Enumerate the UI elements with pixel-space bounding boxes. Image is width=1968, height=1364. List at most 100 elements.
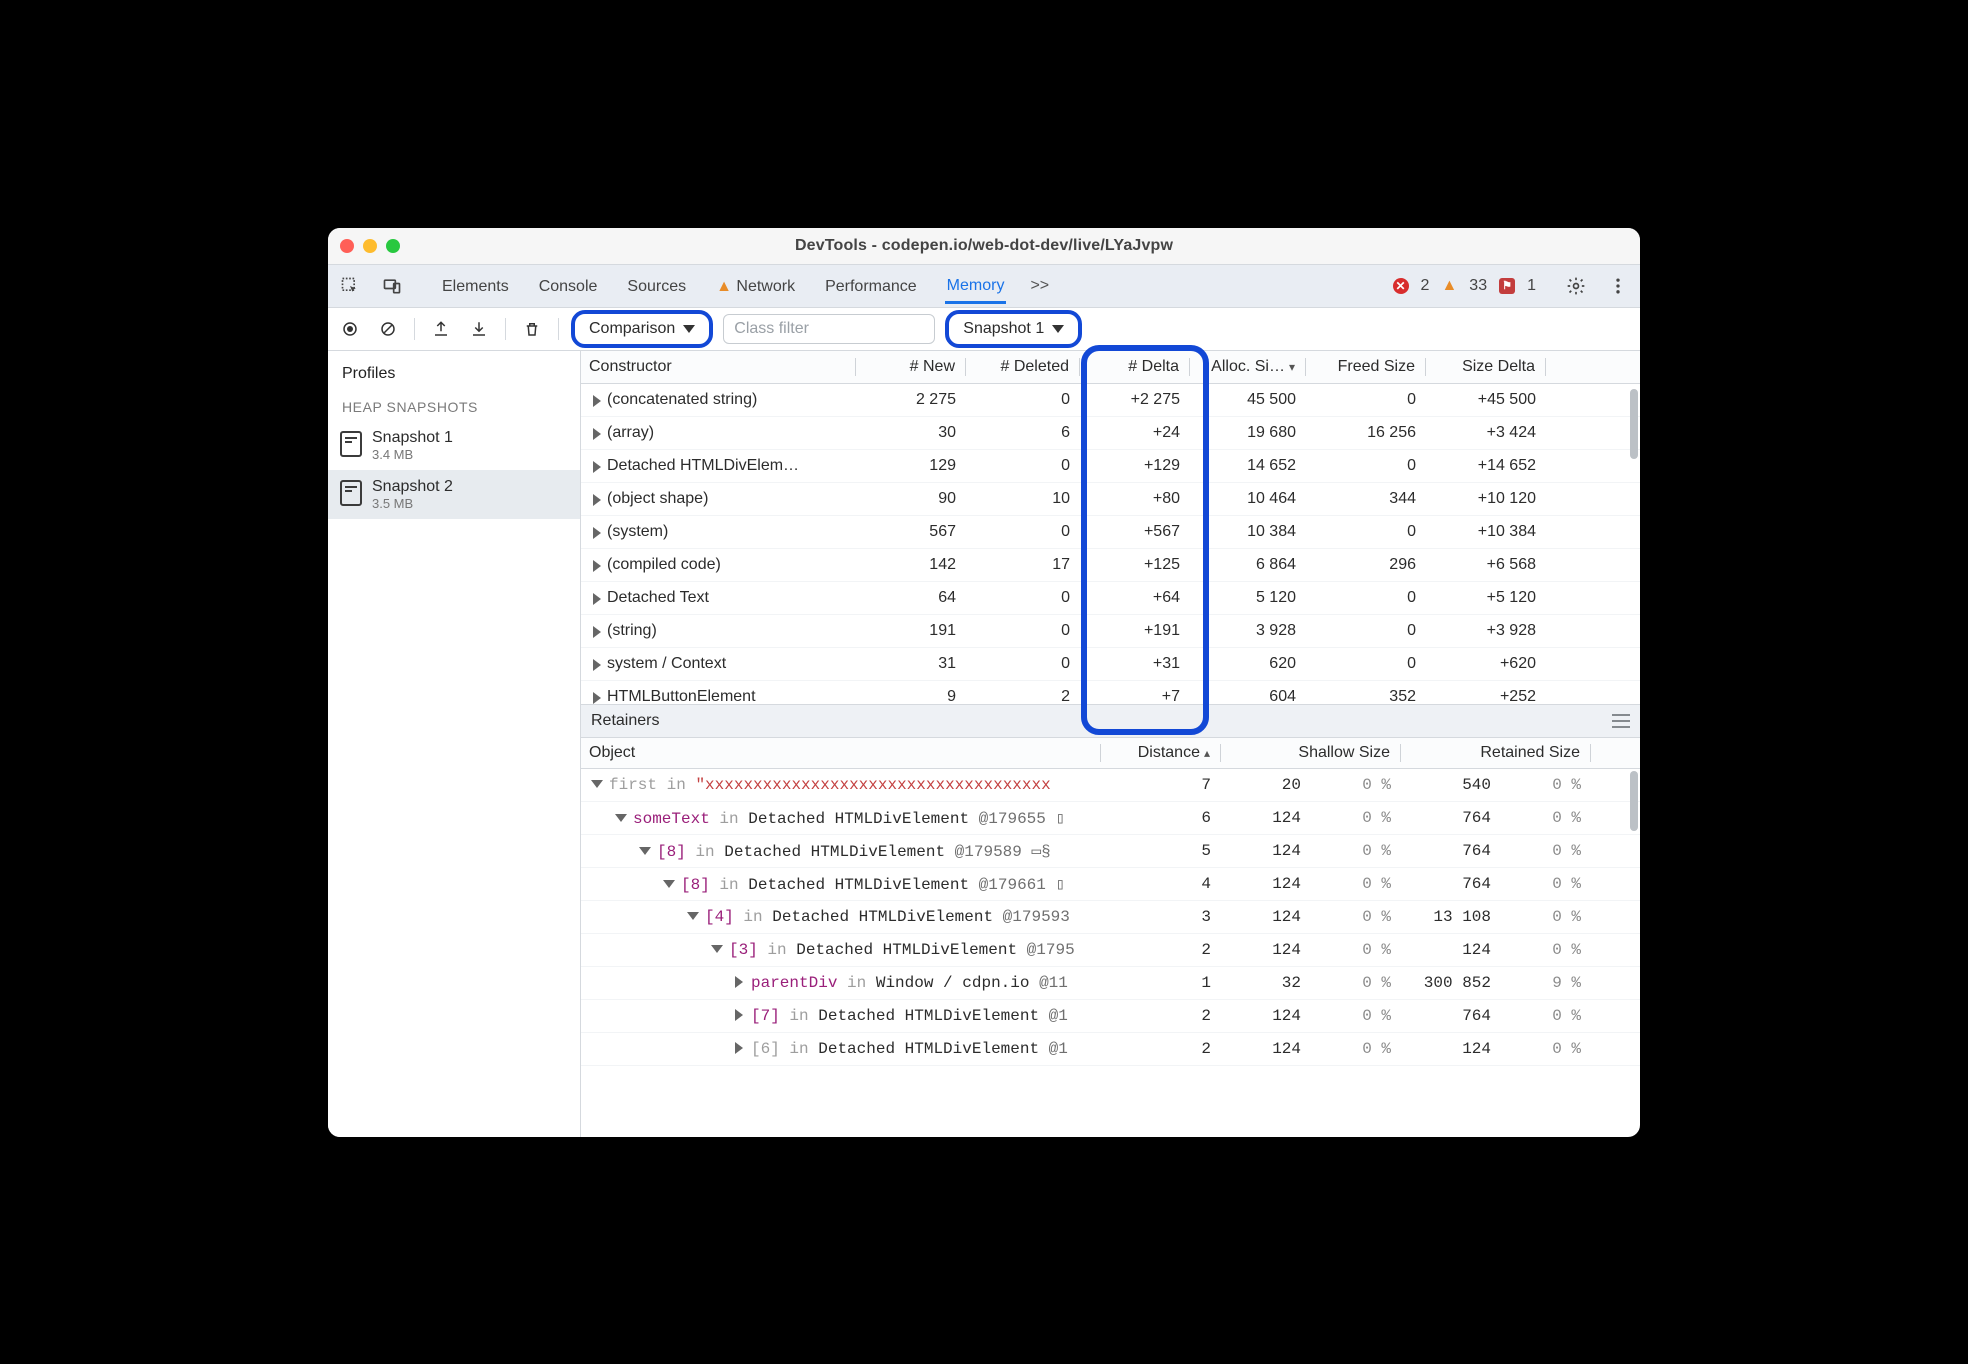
constructor-name: HTMLButtonElement bbox=[607, 688, 756, 704]
overflow-tabs[interactable]: >> bbox=[1030, 277, 1049, 295]
retainer-row[interactable]: [8] in Detached HTMLDivElement @179661 ▯… bbox=[581, 868, 1640, 901]
kebab-menu-icon[interactable] bbox=[1606, 274, 1630, 298]
warning-icon[interactable]: ▲ bbox=[1441, 277, 1457, 295]
import-icon[interactable] bbox=[465, 315, 493, 343]
expand-icon[interactable] bbox=[593, 461, 601, 473]
retainer-row[interactable]: [6] in Detached HTMLDivElement @121240 %… bbox=[581, 1033, 1640, 1066]
collapse-icon[interactable] bbox=[615, 814, 627, 822]
retainer-row[interactable]: [8] in Detached HTMLDivElement @179589 ▭… bbox=[581, 835, 1640, 868]
scrollbar-thumb[interactable] bbox=[1630, 389, 1638, 459]
device-toolbar-icon[interactable] bbox=[380, 274, 404, 298]
table-row[interactable]: (object shape)9010+8010 464344+10 120 bbox=[581, 483, 1640, 516]
retainer-row[interactable]: [4] in Detached HTMLDivElement @17959331… bbox=[581, 901, 1640, 934]
cell-new: 142 bbox=[856, 556, 966, 574]
inspect-element-icon[interactable] bbox=[338, 274, 362, 298]
retainer-row[interactable]: [3] in Detached HTMLDivElement @17952124… bbox=[581, 934, 1640, 967]
table-row[interactable]: Detached Text640+645 1200+5 120 bbox=[581, 582, 1640, 615]
rcol-distance[interactable]: Distance bbox=[1101, 744, 1221, 762]
collapse-icon[interactable] bbox=[711, 945, 723, 953]
expand-icon[interactable] bbox=[735, 976, 743, 988]
tab-memory[interactable]: Memory bbox=[945, 267, 1007, 304]
tab-network[interactable]: ▲ Network bbox=[714, 268, 797, 304]
retainer-row[interactable]: [7] in Detached HTMLDivElement @121240 %… bbox=[581, 1000, 1640, 1033]
expand-icon[interactable] bbox=[593, 527, 601, 539]
expand-icon[interactable] bbox=[593, 395, 601, 407]
retainer-shallow: 32 bbox=[1221, 974, 1311, 992]
error-icon[interactable]: ✕ bbox=[1393, 278, 1409, 294]
expand-icon[interactable] bbox=[593, 428, 601, 440]
col-delta[interactable]: # Delta bbox=[1080, 358, 1190, 376]
retainer-retained-pct: 0 % bbox=[1501, 776, 1591, 794]
retainer-row[interactable]: someText in Detached HTMLDivElement @179… bbox=[581, 802, 1640, 835]
collapse-icon[interactable] bbox=[591, 780, 603, 788]
retainers-table-body[interactable]: first in "xxxxxxxxxxxxxxxxxxxxxxxxxxxxxx… bbox=[581, 769, 1640, 1066]
tab-sources[interactable]: Sources bbox=[625, 268, 688, 304]
view-mode-select[interactable]: Comparison bbox=[571, 310, 713, 348]
constructor-name: (concatenated string) bbox=[607, 391, 757, 409]
gc-icon[interactable] bbox=[518, 315, 546, 343]
settings-gear-icon[interactable] bbox=[1564, 274, 1588, 298]
file-icon bbox=[340, 480, 362, 506]
retainers-title: Retainers bbox=[591, 712, 659, 730]
minimize-window-icon[interactable] bbox=[363, 239, 377, 253]
collapse-icon[interactable] bbox=[639, 847, 651, 855]
col-alloc-size[interactable]: Alloc. Si… bbox=[1190, 358, 1306, 376]
class-filter-input[interactable]: Class filter bbox=[723, 314, 935, 344]
expand-icon[interactable] bbox=[593, 659, 601, 671]
table-row[interactable]: (concatenated string)2 2750+2 27545 5000… bbox=[581, 384, 1640, 417]
expand-icon[interactable] bbox=[735, 1009, 743, 1021]
table-row[interactable]: Detached HTMLDivElem…1290+12914 6520+14 … bbox=[581, 450, 1640, 483]
retainers-menu-icon[interactable] bbox=[1612, 714, 1630, 728]
col-size-delta[interactable]: Size Delta bbox=[1426, 358, 1546, 376]
table-row[interactable]: (system)5670+56710 3840+10 384 bbox=[581, 516, 1640, 549]
expand-icon[interactable] bbox=[593, 626, 601, 638]
export-icon[interactable] bbox=[427, 315, 455, 343]
cell-new: 129 bbox=[856, 457, 966, 475]
collapse-icon[interactable] bbox=[663, 880, 675, 888]
col-new[interactable]: # New bbox=[856, 358, 966, 376]
retainer-row[interactable]: first in "xxxxxxxxxxxxxxxxxxxxxxxxxxxxxx… bbox=[581, 769, 1640, 802]
fullscreen-window-icon[interactable] bbox=[386, 239, 400, 253]
rcol-object[interactable]: Object bbox=[581, 744, 1101, 762]
comparison-table-body[interactable]: (concatenated string)2 2750+2 27545 5000… bbox=[581, 384, 1640, 704]
retainer-retained-pct: 0 % bbox=[1501, 809, 1591, 827]
rcol-shallow[interactable]: Shallow Size bbox=[1221, 744, 1401, 762]
table-row[interactable]: (string)1910+1913 9280+3 928 bbox=[581, 615, 1640, 648]
compare-against-select[interactable]: Snapshot 1 bbox=[945, 310, 1082, 348]
retainer-prop: [8] bbox=[681, 876, 710, 894]
collapse-icon[interactable] bbox=[687, 912, 699, 920]
snapshot-item[interactable]: Snapshot 23.5 MB bbox=[328, 470, 580, 519]
snapshot-item[interactable]: Snapshot 13.4 MB bbox=[328, 421, 580, 470]
expand-icon[interactable] bbox=[593, 560, 601, 572]
table-row[interactable]: system / Context310+316200+620 bbox=[581, 648, 1640, 681]
cell-delta: +7 bbox=[1080, 688, 1190, 704]
clear-icon[interactable] bbox=[374, 315, 402, 343]
tab-elements[interactable]: Elements bbox=[440, 268, 511, 304]
retainer-shallow: 124 bbox=[1221, 875, 1311, 893]
tab-console[interactable]: Console bbox=[537, 268, 600, 304]
cell-size-delta: +3 928 bbox=[1426, 622, 1546, 640]
col-deleted[interactable]: # Deleted bbox=[966, 358, 1080, 376]
rcol-retained[interactable]: Retained Size bbox=[1401, 744, 1591, 762]
issues-icon[interactable]: ⚑ bbox=[1499, 278, 1515, 294]
col-constructor[interactable]: Constructor bbox=[581, 358, 856, 376]
expand-icon[interactable] bbox=[593, 494, 601, 506]
retainer-row[interactable]: parentDiv in Window / cdpn.io @111320 %3… bbox=[581, 967, 1640, 1000]
tab-performance[interactable]: Performance bbox=[823, 268, 919, 304]
retainer-retained-pct: 0 % bbox=[1501, 875, 1591, 893]
close-window-icon[interactable] bbox=[340, 239, 354, 253]
cell-alloc-size: 6 864 bbox=[1190, 556, 1306, 574]
col-freed-size[interactable]: Freed Size bbox=[1306, 358, 1426, 376]
scrollbar-thumb[interactable] bbox=[1630, 771, 1638, 831]
table-row[interactable]: (compiled code)14217+1256 864296+6 568 bbox=[581, 549, 1640, 582]
cell-alloc-size: 604 bbox=[1190, 688, 1306, 704]
expand-icon[interactable] bbox=[593, 593, 601, 605]
retainer-shallow: 124 bbox=[1221, 809, 1311, 827]
record-icon[interactable] bbox=[336, 315, 364, 343]
expand-icon[interactable] bbox=[593, 692, 601, 704]
expand-icon[interactable] bbox=[735, 1042, 743, 1054]
profiles-title: Profiles bbox=[328, 351, 580, 389]
retainer-shallow-pct: 0 % bbox=[1311, 842, 1401, 860]
table-row[interactable]: HTMLButtonElement92+7604352+252 bbox=[581, 681, 1640, 704]
table-row[interactable]: (array)306+2419 68016 256+3 424 bbox=[581, 417, 1640, 450]
